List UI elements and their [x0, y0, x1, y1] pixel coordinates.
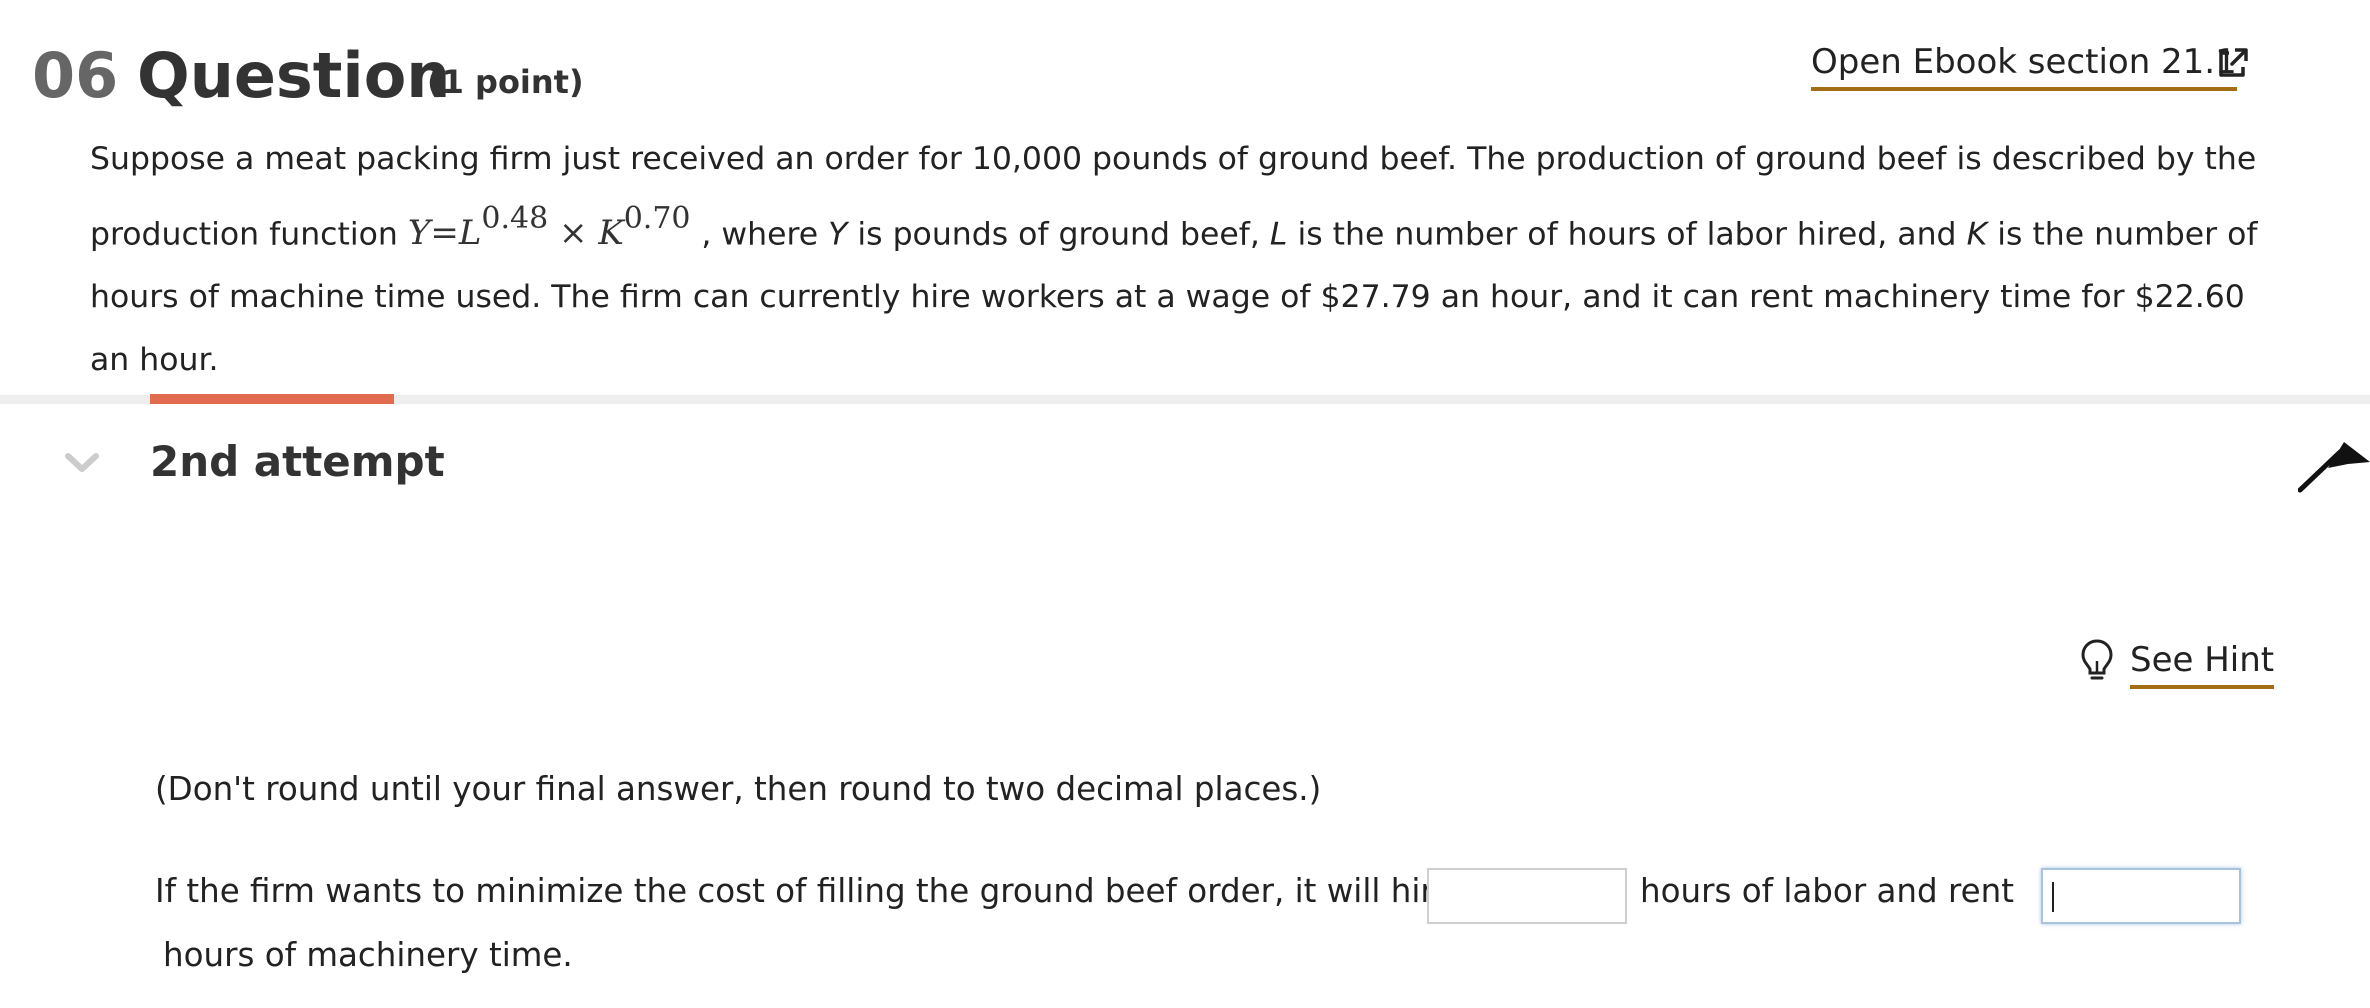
- question-number: 06: [32, 39, 119, 112]
- attempt-progress-bar: [150, 394, 394, 404]
- problem-statement: Suppose a meat packing firm just receive…: [90, 128, 2290, 392]
- formula-equals: =: [430, 213, 459, 254]
- formula-l: L: [458, 213, 482, 254]
- variable-y: Y: [828, 216, 848, 253]
- production-function-formula: Y=L0.48 × K0.70: [407, 201, 701, 254]
- answer-text-before: If the firm wants to minimize the cost o…: [155, 872, 1454, 910]
- machine-hours-input[interactable]: [2041, 868, 2241, 924]
- open-ebook-link[interactable]: Open Ebook section 21.1: [1811, 38, 2237, 91]
- formula-times: ×: [559, 213, 588, 254]
- question-title: Question: [137, 39, 451, 112]
- answer-text-after: hours of machinery time.: [163, 936, 573, 974]
- problem-text-2: , where: [701, 216, 829, 253]
- external-link-icon[interactable]: [2214, 46, 2250, 82]
- problem-text-3: is pounds of ground beef,: [847, 216, 1270, 253]
- labor-hours-input[interactable]: [1427, 868, 1627, 924]
- collapse-arrow-icon[interactable]: [2298, 440, 2370, 494]
- formula-y: Y: [407, 213, 431, 254]
- lightbulb-icon[interactable]: [2080, 638, 2114, 684]
- formula-k: K: [598, 213, 624, 254]
- formula-l-exponent: 0.48: [481, 201, 549, 236]
- rounding-instruction: (Don't round until your final answer, th…: [155, 770, 1322, 808]
- see-hint-link[interactable]: See Hint: [2130, 636, 2275, 689]
- attempt-heading[interactable]: 2nd attempt: [150, 434, 445, 490]
- formula-k-exponent: 0.70: [623, 201, 691, 236]
- text-cursor: [2052, 882, 2054, 912]
- variable-k: K: [1966, 216, 1988, 253]
- chevron-down-icon[interactable]: [64, 448, 100, 476]
- answer-text-middle: hours of labor and rent: [1640, 872, 2014, 910]
- variable-l: L: [1269, 216, 1288, 253]
- problem-text-4: is the number of hours of labor hired, a…: [1287, 216, 1967, 253]
- question-points: (1 point): [427, 63, 584, 101]
